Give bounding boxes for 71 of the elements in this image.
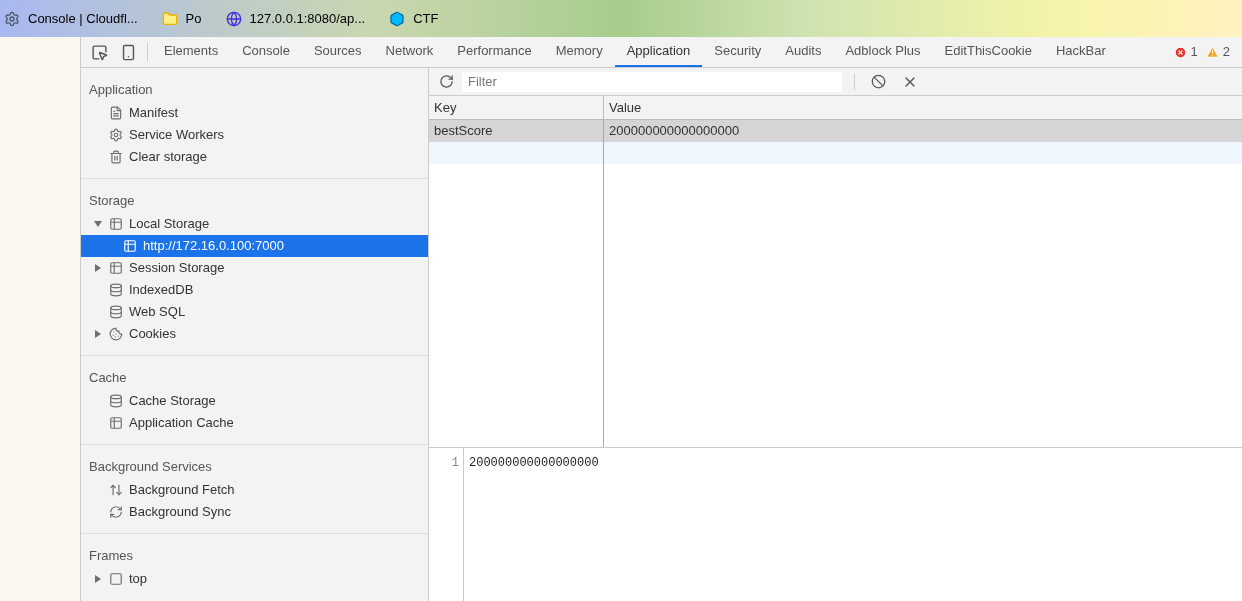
trash-icon <box>109 150 123 164</box>
sidebar-item[interactable]: http://172.16.0.100:7000 <box>81 235 428 257</box>
devtools-tab[interactable]: Network <box>373 37 446 67</box>
collapsed-arrow-icon[interactable] <box>94 575 102 583</box>
devtools-tab[interactable]: Elements <box>152 37 231 67</box>
up-down-arrows-icon <box>109 483 123 497</box>
globe-icon <box>225 10 242 27</box>
sidebar-item[interactable]: Clear storage <box>81 146 428 168</box>
line-number: 1 <box>450 455 460 472</box>
table-cell-text: 200000000000000000 <box>608 122 741 141</box>
sidebar-item[interactable]: Cache Storage <box>81 390 428 412</box>
folder-icon <box>161 10 178 27</box>
section-title: Application <box>88 81 154 99</box>
expanded-arrow-icon[interactable] <box>94 220 102 228</box>
section-title: Storage <box>88 192 136 210</box>
clear-all-icon[interactable] <box>871 74 886 89</box>
refresh-icon[interactable] <box>439 74 454 89</box>
section-title: Background Services <box>88 458 213 476</box>
devtools-tab[interactable]: Console <box>230 37 302 67</box>
database-icon <box>109 394 123 408</box>
sidebar-item[interactable]: Web SQL <box>81 301 428 323</box>
sidebar-item[interactable]: Application Cache <box>81 412 428 434</box>
devtools-tab[interactable]: HackBar <box>1044 37 1118 67</box>
devtools-tab[interactable]: Adblock Plus <box>833 37 933 67</box>
gear-icon <box>4 10 20 27</box>
sidebar-item[interactable]: Background Fetch <box>81 479 428 501</box>
sidebar-item[interactable]: Background Sync <box>81 501 428 523</box>
cookie-icon <box>109 327 123 341</box>
bookmark[interactable]: CTF <box>389 8 439 29</box>
grid-icon <box>109 261 123 275</box>
sidebar-item[interactable]: top <box>81 568 428 590</box>
inspect-icon[interactable] <box>91 43 108 61</box>
devtools-tab[interactable]: Security <box>702 37 774 67</box>
collapsed-arrow-icon[interactable] <box>94 264 102 272</box>
devtools-tab[interactable]: Memory <box>543 37 615 67</box>
section-title: Frames <box>88 547 135 565</box>
sync-icon <box>109 505 123 519</box>
devtools-tab[interactable]: EditThisCookie <box>932 37 1044 67</box>
frame-icon <box>109 572 123 586</box>
grid-icon <box>109 217 123 231</box>
hexagon-icon <box>389 10 406 27</box>
code-line: 200000000000000000 <box>469 455 599 472</box>
error-icon <box>1173 45 1187 59</box>
sidebar-item[interactable]: Local Storage <box>81 213 428 235</box>
grid-icon <box>123 239 137 253</box>
file-icon <box>109 106 123 120</box>
warning-icon <box>1205 45 1219 59</box>
sidebar-item[interactable]: Cookies <box>81 323 428 345</box>
sidebar-item[interactable]: Service Workers <box>81 124 428 146</box>
devtools-tab[interactable]: Audits <box>773 37 834 67</box>
database-icon <box>109 283 123 297</box>
database-icon <box>109 305 123 319</box>
collapsed-arrow-icon[interactable] <box>94 330 102 338</box>
bookmark[interactable]: Po <box>161 8 202 29</box>
grid-icon <box>109 416 123 430</box>
warning-count[interactable]: 2 <box>1222 42 1230 62</box>
device-icon[interactable] <box>120 43 137 61</box>
sidebar-item[interactable]: Manifest <box>81 102 428 124</box>
section-title: Cache <box>88 369 128 387</box>
column-header[interactable]: Value <box>604 96 1242 119</box>
error-count[interactable]: 1 <box>1190 42 1198 62</box>
bookmark[interactable]: Console | Cloudfl... <box>4 8 138 29</box>
gear-icon <box>109 128 123 142</box>
bookmark[interactable]: 127.0.0.1:8080/ap... <box>225 8 366 29</box>
filter-field[interactable]: Filter <box>462 71 842 92</box>
devtools-tab[interactable]: Performance <box>445 37 544 67</box>
column-header[interactable]: Key <box>429 96 604 119</box>
sidebar-item[interactable]: Session Storage <box>81 257 428 279</box>
devtools-tab[interactable]: Sources <box>301 37 374 67</box>
sidebar-item[interactable]: IndexedDB <box>81 279 428 301</box>
table-row[interactable]: bestScore 200000000000000000 <box>429 120 1242 142</box>
